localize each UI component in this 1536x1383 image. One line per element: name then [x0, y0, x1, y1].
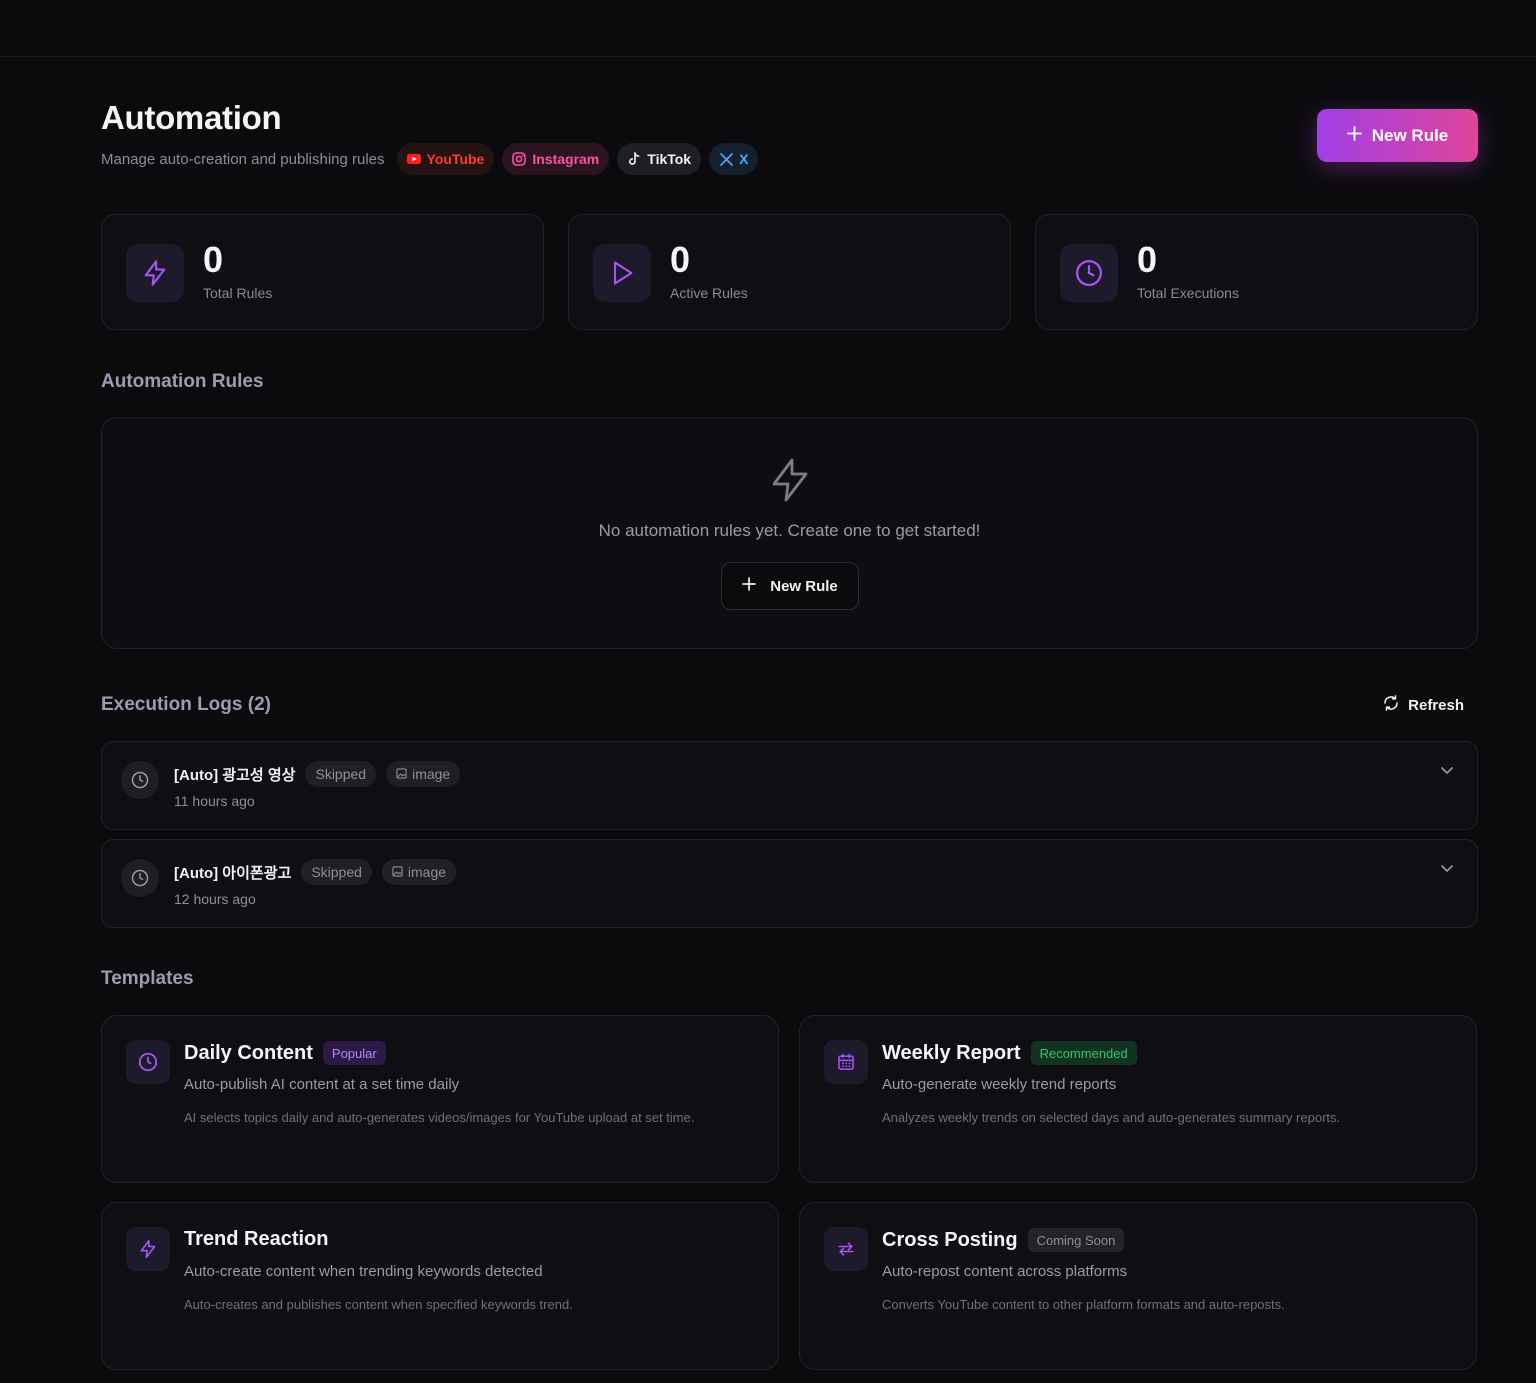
log-title: [Auto] 아이폰광고: [174, 864, 292, 882]
page-title: Automation: [101, 99, 282, 136]
youtube-icon: [406, 152, 421, 166]
lightning-icon: [766, 456, 814, 504]
log-title: [Auto] 광고성 영상: [174, 766, 296, 784]
instagram-icon: [512, 152, 527, 166]
stat-card-active-rules: 0 Active Rules: [568, 214, 1011, 330]
tiktok-icon: [627, 152, 641, 166]
platform-pill-youtube[interactable]: YouTube: [396, 143, 495, 175]
stat-value: 0: [670, 239, 691, 280]
stat-label: Active Rules: [670, 285, 748, 301]
template-card-cross-posting[interactable]: Cross Posting Coming Soon Auto-repost co…: [799, 1202, 1477, 1370]
template-detail: AI selects topics daily and auto-generat…: [184, 1110, 695, 1125]
refresh-label: Refresh: [1408, 696, 1464, 714]
subtitle-row: Manage auto-creation and publishing rule…: [101, 143, 759, 175]
template-description: Auto-publish AI content at a set time da…: [184, 1076, 460, 1093]
log-item[interactable]: [Auto] 광고성 영상 Skipped image 11 hours ago: [101, 741, 1478, 830]
type-badge: image: [381, 859, 457, 885]
platform-pill-tiktok[interactable]: TikTok: [617, 143, 702, 175]
stat-value: 0: [203, 239, 224, 280]
type-label: image: [407, 864, 447, 880]
new-rule-label: New Rule: [770, 577, 838, 595]
type-label: image: [412, 766, 451, 782]
clock-icon: [1060, 244, 1118, 302]
image-icon: [396, 766, 407, 782]
template-card-weekly-report[interactable]: Weekly Report Recommended Auto-generate …: [799, 1015, 1477, 1183]
stat-card-total-executions: 0 Total Executions: [1035, 214, 1478, 330]
clock-icon: [121, 761, 159, 799]
lightning-icon: [126, 1227, 170, 1271]
log-title-row: [Auto] 광고성 영상 Skipped image: [174, 761, 461, 787]
refresh-button[interactable]: Refresh: [1382, 694, 1464, 716]
template-title: Trend Reaction: [184, 1228, 329, 1250]
template-badge: Recommended: [1030, 1041, 1137, 1065]
stat-value: 0: [1137, 239, 1158, 280]
repost-icon: [824, 1227, 868, 1271]
template-title-row: Daily Content Popular: [184, 1041, 386, 1065]
stat-card-total-rules: 0 Total Rules: [101, 214, 544, 330]
clock-icon: [121, 859, 159, 897]
new-rule-label: New Rule: [1371, 125, 1449, 145]
log-time: 11 hours ago: [174, 793, 255, 809]
template-description: Auto-generate weekly trend reports: [882, 1076, 1117, 1093]
platform-label: YouTube: [426, 151, 485, 167]
status-badge: Skipped: [301, 859, 372, 885]
platform-label: TikTok: [647, 151, 692, 167]
page-subtitle: Manage auto-creation and publishing rule…: [101, 150, 385, 168]
template-title-row: Trend Reaction: [184, 1228, 328, 1251]
rules-section-title: Automation Rules: [101, 371, 264, 392]
top-bar: [0, 0, 1536, 57]
status-badge: Skipped: [305, 761, 377, 787]
log-title-row: [Auto] 아이폰광고 Skipped image: [174, 859, 457, 885]
logs-section-title: Execution Logs (2): [101, 694, 271, 715]
template-badge: Popular: [322, 1041, 386, 1065]
template-title-row: Weekly Report Recommended: [882, 1041, 1137, 1065]
platform-label: Instagram: [532, 151, 600, 167]
image-icon: [392, 864, 403, 880]
log-time: 12 hours ago: [174, 891, 256, 907]
template-title: Cross Posting: [882, 1228, 1018, 1251]
chevron-down-icon[interactable]: [1439, 762, 1455, 778]
platform-pill-instagram[interactable]: Instagram: [502, 143, 610, 175]
empty-state-text: No automation rules yet. Create one to g…: [598, 521, 981, 540]
plus-icon: [1346, 125, 1362, 146]
lightning-icon: [126, 244, 184, 302]
chevron-down-icon[interactable]: [1439, 860, 1455, 876]
empty-new-rule-button[interactable]: New Rule: [721, 562, 859, 610]
templates-section-title: Templates: [101, 968, 194, 989]
template-detail: Auto-creates and publishes content when …: [184, 1297, 573, 1312]
template-detail: Converts YouTube content to other platfo…: [882, 1297, 1285, 1312]
template-detail: Analyzes weekly trends on selected days …: [882, 1110, 1341, 1125]
stat-label: Total Executions: [1137, 285, 1239, 301]
template-badge: Coming Soon: [1027, 1228, 1125, 1252]
template-title-row: Cross Posting Coming Soon: [882, 1228, 1125, 1252]
log-item[interactable]: [Auto] 아이폰광고 Skipped image 12 hours ago: [101, 839, 1478, 928]
refresh-icon: [1382, 694, 1400, 716]
type-badge: image: [386, 761, 461, 787]
calendar-icon: [824, 1040, 868, 1084]
stats-row: 0 Total Rules 0 Active Rules 0 Total Exe…: [101, 214, 1478, 330]
play-icon: [593, 244, 651, 302]
template-title: Weekly Report: [882, 1041, 1021, 1064]
stat-label: Total Rules: [203, 285, 273, 301]
rules-empty-state: No automation rules yet. Create one to g…: [101, 417, 1478, 649]
template-card-daily-content[interactable]: Daily Content Popular Auto-publish AI co…: [101, 1015, 779, 1183]
x-icon: [719, 152, 733, 166]
platform-label: X: [739, 151, 749, 167]
template-description: Auto-repost content across platforms: [882, 1263, 1128, 1280]
plus-icon: [742, 577, 757, 595]
template-description: Auto-create content when trending keywor…: [184, 1263, 543, 1280]
clock-icon: [126, 1040, 170, 1084]
new-rule-button[interactable]: New Rule: [1317, 109, 1478, 162]
platform-pill-x[interactable]: X: [709, 143, 759, 175]
template-title: Daily Content: [184, 1041, 313, 1064]
template-card-trend-reaction[interactable]: Trend Reaction Auto-create content when …: [101, 1202, 779, 1370]
